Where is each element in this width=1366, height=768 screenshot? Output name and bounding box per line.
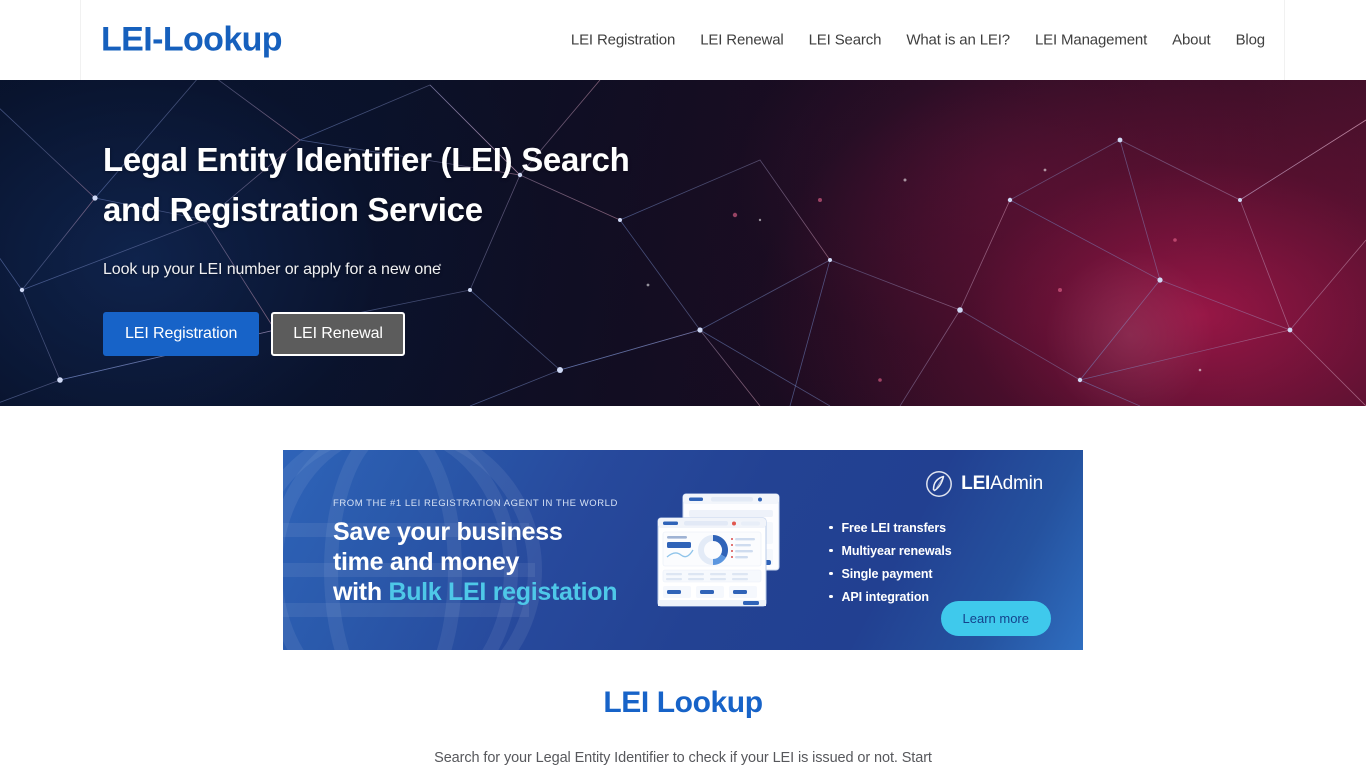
banner-headline-line-1: Save your business [333, 518, 563, 546]
page-root: LEI-Lookup LEI Registration LEI Renewal … [0, 0, 1366, 768]
banner-copy: FROM THE #1 LEI REGISTRATION AGENT IN TH… [333, 498, 618, 607]
banner-features: LEIAdmin Free LEI transfers Multiyear re… [803, 462, 1075, 642]
bullet-label: API integration [841, 589, 930, 604]
dashboard-screenshots-image [657, 493, 780, 607]
nav-item-what-is-an-lei[interactable]: What is an LEI? [906, 32, 1010, 49]
nav-item-blog[interactable]: Blog [1236, 32, 1266, 49]
list-item: Single payment [829, 562, 1075, 585]
site-logo[interactable]: LEI-Lookup [101, 21, 283, 60]
nav-item-lei-management[interactable]: LEI Management [1035, 32, 1147, 49]
nav-item-lei-renewal[interactable]: LEI Renewal [700, 32, 784, 49]
site-header: LEI-Lookup LEI Registration LEI Renewal … [0, 0, 1366, 80]
banner-bullet-list: Free LEI transfers Multiyear renewals Si… [803, 516, 1075, 608]
leiadmin-wordmark-bold: LEI [961, 473, 991, 494]
hero-subtitle: Look up your LEI number or apply for a n… [103, 261, 441, 278]
bullet-dot-icon [829, 525, 833, 530]
header-right-divider [1284, 0, 1285, 80]
banner-headline-highlight: Bulk LEI registation [388, 578, 618, 606]
hero-content: Legal Entity Identifier (LEI) Search and… [103, 135, 630, 356]
bullet-dot-icon [829, 548, 833, 553]
leiadmin-wordmark-light: Admin [990, 473, 1043, 494]
header-left-divider [80, 0, 81, 80]
list-item: Free LEI transfers [829, 516, 1075, 539]
bullet-label: Multiyear renewals [841, 543, 952, 558]
page-title: LEI Lookup [603, 686, 763, 719]
nav-item-lei-registration[interactable]: LEI Registration [571, 32, 675, 49]
list-item: Multiyear renewals [829, 539, 1075, 562]
banner-headline-line-3: with Bulk LEI registation [333, 577, 618, 607]
list-item: API integration [829, 585, 1075, 608]
lei-renewal-button[interactable]: LEI Renewal [271, 312, 405, 356]
leiadmin-logo: LEIAdmin [803, 470, 1075, 498]
leiadmin-promo-banner[interactable]: FROM THE #1 LEI REGISTRATION AGENT IN TH… [283, 450, 1083, 650]
hero-heading-line-2: and Registration Service [103, 191, 483, 228]
hero-section: Legal Entity Identifier (LEI) Search and… [0, 80, 1366, 406]
nav-item-lei-search[interactable]: LEI Search [809, 32, 882, 49]
bullet-dot-icon [829, 594, 833, 599]
banner-kicker: FROM THE #1 LEI REGISTRATION AGENT IN TH… [333, 498, 618, 509]
bullet-label: Single payment [841, 566, 933, 581]
leiadmin-wordmark: LEIAdmin [961, 473, 1043, 495]
banner-headline-line-2: time and money [333, 548, 520, 576]
lei-lookup-section: LEI Lookup Search for your Legal Entity … [0, 650, 1366, 766]
lei-registration-button[interactable]: LEI Registration [103, 312, 260, 356]
main-navigation: LEI Registration LEI Renewal LEI Search … [571, 32, 1265, 49]
nav-item-about[interactable]: About [1172, 32, 1211, 49]
bullet-label: Free LEI transfers [841, 520, 947, 535]
promo-banner-section: FROM THE #1 LEI REGISTRATION AGENT IN TH… [0, 406, 1366, 650]
banner-headline: Save your business time and money with B… [333, 517, 618, 607]
hero-heading: Legal Entity Identifier (LEI) Search and… [103, 135, 630, 235]
hero-heading-line-1: Legal Entity Identifier (LEI) Search [103, 141, 630, 178]
banner-headline-prefix: with [333, 578, 389, 606]
lookup-description: Search for your Legal Entity Identifier … [434, 750, 932, 766]
bullet-dot-icon [829, 571, 833, 576]
hero-button-group: LEI Registration LEI Renewal [103, 312, 629, 356]
leiadmin-mark-icon [926, 471, 953, 497]
